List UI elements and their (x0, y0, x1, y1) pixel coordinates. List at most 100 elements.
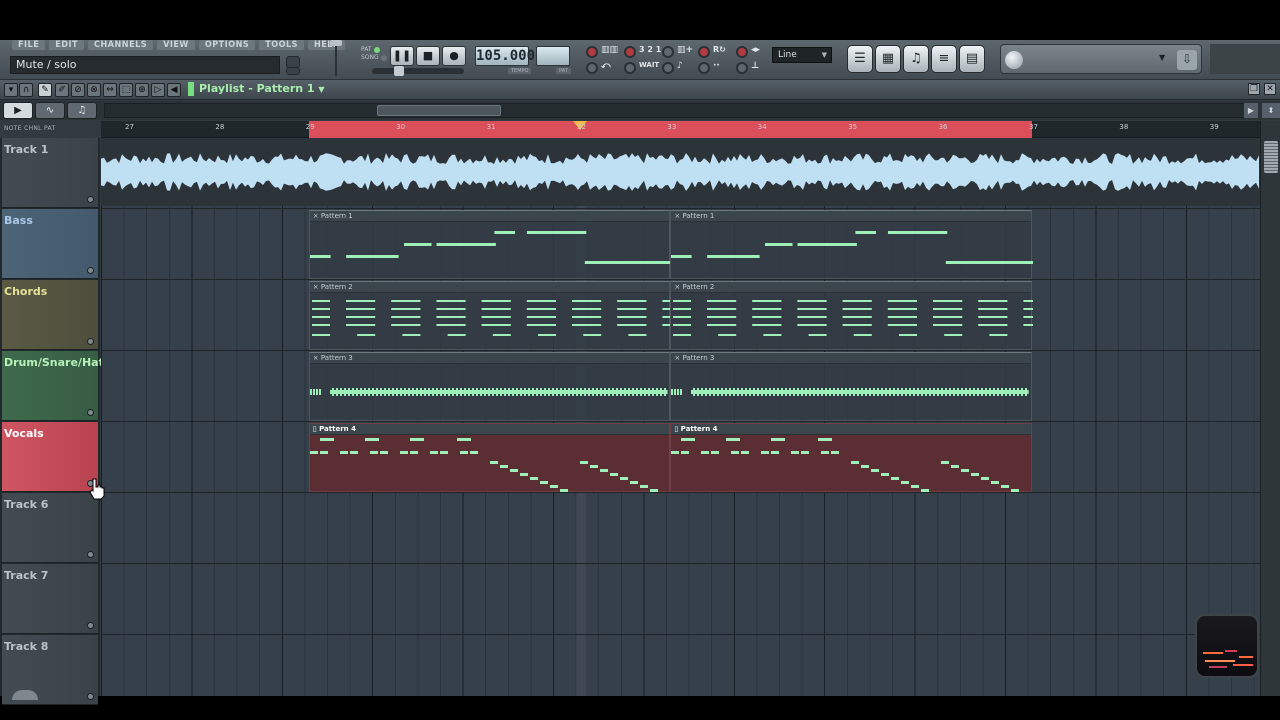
pat-song-switch[interactable]: PAT SONG (361, 46, 387, 62)
clip-name: ▯ Pattern 4 (312, 425, 356, 433)
mini-preview-icon[interactable] (1195, 614, 1259, 678)
pattern-clip[interactable]: × Pattern 3 (670, 352, 1032, 421)
track-knob-icon[interactable] (87, 338, 94, 345)
horizontal-scrollbar[interactable] (104, 103, 1256, 118)
track-header[interactable]: Track 7 (2, 564, 98, 634)
note (627, 388, 630, 396)
horizontal-scroll-thumb[interactable] (377, 105, 501, 116)
note (941, 388, 944, 396)
zoom-tool-icon[interactable]: ⊕ (135, 83, 149, 97)
stop-button[interactable]: ■ (416, 46, 440, 66)
playlist-view-button[interactable]: ☰ (847, 45, 873, 73)
record-button[interactable]: ● (442, 46, 466, 66)
note (741, 451, 750, 454)
track-header[interactable]: Track 1 (2, 138, 98, 208)
window-menu-icon[interactable]: ▾ (4, 83, 18, 97)
chevron-down-icon[interactable]: ▼ (1159, 53, 1165, 62)
hint-icon-2[interactable] (286, 67, 300, 75)
track-knob-icon[interactable] (87, 551, 94, 558)
track-header[interactable]: Drum/Snare/Hat (2, 351, 104, 421)
note (364, 255, 399, 258)
track-header[interactable]: Chords (2, 280, 98, 350)
blend-icon[interactable] (736, 46, 748, 58)
close-icon[interactable]: ✕ (1264, 83, 1276, 95)
countdown-icon[interactable] (624, 46, 636, 58)
track-header[interactable]: Bass (2, 209, 98, 279)
wait-icon[interactable]: ▥▥ (601, 45, 618, 55)
step-sequencer-button[interactable]: ▦ (875, 45, 901, 73)
zoom-icon[interactable]: ⬍ (1262, 103, 1280, 118)
track-knob-icon[interactable] (87, 622, 94, 629)
note (409, 438, 424, 441)
speaker-icon[interactable]: ◀ (167, 83, 181, 97)
download-icon[interactable]: ⇩ (1177, 50, 1197, 70)
vertical-scrollbar[interactable] (1260, 121, 1280, 696)
browser-button[interactable]: ≡ (931, 45, 957, 73)
pattern-clip[interactable]: × Pattern 2 (670, 281, 1033, 350)
note (854, 316, 873, 318)
note (1017, 388, 1020, 396)
magnet-icon[interactable]: ∩ (19, 83, 33, 97)
note (808, 300, 827, 302)
note (913, 388, 916, 396)
menu-file[interactable]: FILE (12, 40, 46, 50)
mixer-button[interactable]: ▤ (959, 45, 985, 73)
pattern-clip[interactable]: × Pattern 2 (308, 281, 672, 350)
note-icon[interactable] (662, 62, 674, 74)
main-pitch-slider[interactable] (372, 66, 464, 76)
output-panel[interactable]: ▼ ⇩ (1000, 44, 1202, 74)
draw-tool-icon[interactable]: ✎ (38, 83, 52, 97)
tempo-tap-icon[interactable] (736, 62, 748, 74)
step-edit-icon[interactable] (662, 46, 674, 58)
loop-record-icon[interactable] (698, 46, 710, 58)
playlist-mode-icon[interactable]: ▶ (3, 102, 33, 119)
timeline-ruler[interactable]: 27 28 29 30 31 32 33 34 35 36 37 38 39 (101, 121, 1260, 138)
restore-window-icon[interactable]: ❐ (1248, 83, 1260, 95)
typing-keyboard-icon[interactable] (586, 62, 598, 74)
playlist-grid[interactable]: × Pattern 1 × Pattern 1 × Pattern 2 × Patte… (101, 138, 1260, 696)
track-knob-icon[interactable] (87, 267, 94, 274)
track-knob-icon[interactable] (87, 196, 94, 203)
overdub-icon[interactable] (698, 62, 710, 74)
pattern-mode-icon[interactable]: ∿ (35, 102, 65, 119)
note (537, 324, 556, 326)
note (339, 388, 342, 396)
pattern-clip[interactable]: × Pattern 1 (670, 210, 1033, 279)
pattern-clip[interactable]: ▯ Pattern 4 (308, 423, 671, 492)
pause-button[interactable]: ❚❚ (390, 46, 414, 66)
slice-tool-icon[interactable]: ⇔ (103, 83, 117, 97)
menu-view[interactable]: VIEW (157, 40, 195, 50)
audio-clip-track-1[interactable] (101, 138, 1260, 206)
track-knob-icon[interactable] (87, 693, 94, 700)
paint-tool-icon[interactable]: ✐ (55, 83, 69, 97)
menu-options[interactable]: OPTIONS (198, 40, 256, 50)
playback-tool-icon[interactable]: ▷ (151, 83, 165, 97)
metronome-icon[interactable] (586, 46, 598, 58)
delete-tool-icon[interactable]: ⊘ (71, 83, 85, 97)
pattern-clip[interactable]: × Pattern 1 (308, 210, 672, 279)
music-note-tab-icon[interactable]: ♫ (67, 102, 97, 119)
track-header[interactable]: Vocals (2, 422, 98, 492)
menu-tools[interactable]: TOOLS (259, 40, 304, 50)
wait-input-icon[interactable] (624, 62, 636, 74)
track-header[interactable]: Track 6 (2, 493, 98, 563)
chevron-down-icon[interactable]: ▼ (318, 85, 324, 94)
pattern-display[interactable] (536, 46, 570, 66)
select-tool-icon[interactable]: ⬚ (119, 83, 133, 97)
note (499, 465, 508, 468)
master-volume-slider[interactable] (328, 40, 344, 78)
tempo-display[interactable]: 105.000 (475, 46, 535, 66)
menu-edit[interactable]: EDIT (49, 40, 85, 50)
keyboard-icon[interactable]: ▥+ (677, 45, 693, 55)
menu-channels[interactable]: CHANNELS (88, 40, 154, 50)
scroll-right-icon[interactable]: ▶ (1244, 103, 1258, 118)
piano-roll-button[interactable]: ♫ (903, 45, 929, 73)
pattern-clip[interactable]: ▯ Pattern 4 (670, 423, 1032, 492)
snap-select[interactable]: Line ▼ (772, 47, 832, 63)
pattern-clip[interactable]: × Pattern 3 (308, 352, 671, 421)
note (869, 388, 872, 396)
mute-tool-icon[interactable]: ⊗ (87, 83, 101, 97)
track-knob-icon[interactable] (87, 409, 94, 416)
vertical-scroll-thumb[interactable] (1264, 141, 1278, 173)
note (809, 388, 812, 396)
